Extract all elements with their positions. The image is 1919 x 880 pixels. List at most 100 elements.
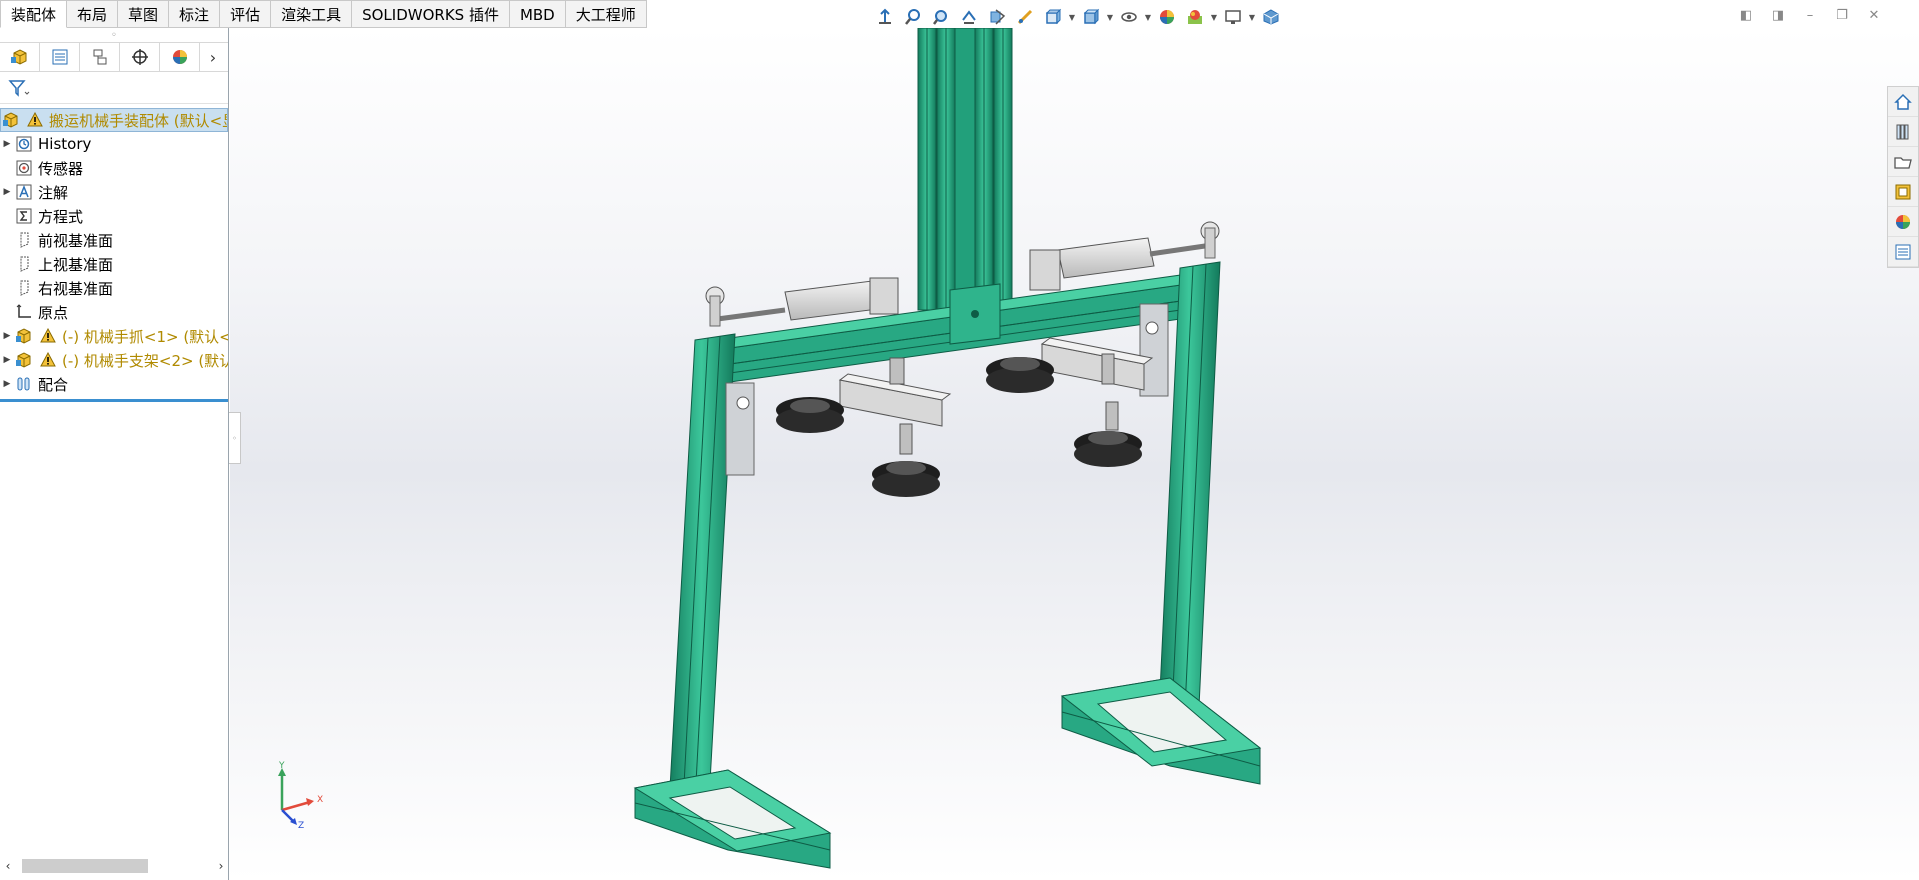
section-view-icon[interactable]	[984, 5, 1010, 29]
part-icon	[14, 326, 34, 346]
panel-left-icon[interactable]: ◧	[1737, 6, 1755, 24]
tree-rollback-bar[interactable]	[0, 399, 228, 402]
chevron-right-icon[interactable]: ›	[200, 48, 226, 67]
tree-item-sensors[interactable]: 传感器	[0, 156, 228, 180]
tab-layout[interactable]: 布局	[67, 0, 119, 28]
expand-arrow-icon[interactable]: ▶	[0, 139, 14, 149]
feature-manager-panel: ◦ › 搬运机械手装配体 (默认<显示状态-1>)	[0, 28, 229, 880]
tree-item-bracket-component[interactable]: ▶ (-) 机械手支架<2> (默认<<默认>_显示状态 1>)	[0, 348, 228, 372]
expand-arrow-icon[interactable]: ▶	[0, 355, 14, 365]
plane-icon	[14, 230, 34, 250]
scroll-left-icon[interactable]: ‹	[0, 859, 16, 873]
mates-icon	[14, 374, 34, 394]
tab-assembly[interactable]: 装配体	[0, 0, 68, 28]
manager-tabs: ›	[0, 42, 228, 72]
tree-item-history[interactable]: ▶ History	[0, 132, 228, 156]
feature-manager-tab-icon[interactable]	[0, 43, 40, 71]
apply-scene-icon[interactable]	[1182, 5, 1208, 29]
filter-icon[interactable]	[8, 78, 30, 98]
appearances-scenes-icon[interactable]	[1888, 207, 1918, 237]
part-icon	[14, 350, 34, 370]
heads-up-view-toolbar: ▼ ▼ ▼ ▼ ▼	[872, 4, 1284, 30]
view-settings-icon[interactable]	[1220, 5, 1246, 29]
tab-evaluate[interactable]: 评估	[220, 0, 272, 28]
minimize-icon[interactable]: –	[1801, 6, 1819, 24]
edit-appearance-icon[interactable]	[1154, 5, 1180, 29]
tab-render-tools[interactable]: 渲染工具	[271, 0, 353, 28]
solidworks-resources-icon[interactable]	[1888, 87, 1918, 117]
warning-icon	[25, 110, 45, 130]
tree-item-label: (-) 机械手抓<1> (默认<<默认>_显示状态 1>)	[62, 327, 228, 346]
view-orientation-icon[interactable]	[872, 5, 898, 29]
assembly-root-label: 搬运机械手装配体 (默认<显示状态-1>)	[49, 111, 227, 130]
apply-scene-dropdown-icon[interactable]: ▼	[1210, 13, 1218, 22]
tab-markup[interactable]: 标注	[169, 0, 221, 28]
command-manager-tabs: 装配体 布局 草图 标注 评估 渲染工具 SOLIDWORKS 插件 MBD 大…	[0, 0, 647, 28]
robot-gripper-model	[633, 28, 1262, 869]
display-style-dropdown-icon[interactable]: ▼	[1106, 13, 1114, 22]
triad-y-label: Y	[278, 761, 285, 771]
dynamic-annotation-icon[interactable]	[1012, 5, 1038, 29]
hide-show-dropdown-icon[interactable]: ▼	[1144, 13, 1152, 22]
design-library-icon[interactable]	[1888, 117, 1918, 147]
task-pane	[1887, 86, 1919, 268]
right-base-foot	[1060, 677, 1262, 785]
restore-icon[interactable]: ❐	[1833, 6, 1851, 24]
left-leg	[667, 333, 755, 825]
dimxpert-manager-tab-icon[interactable]	[120, 43, 160, 71]
scroll-right-icon[interactable]: ›	[213, 859, 229, 873]
tree-item-front-plane[interactable]: 前视基准面	[0, 228, 228, 252]
origin-icon	[14, 302, 34, 322]
display-manager-tab-icon[interactable]	[160, 43, 200, 71]
central-mast	[917, 28, 1013, 311]
scroll-thumb[interactable]	[22, 859, 148, 873]
assembly-root-node[interactable]: 搬运机械手装配体 (默认<显示状态-1>)	[0, 108, 228, 132]
left-base-foot	[633, 769, 832, 869]
tree-item-equations[interactable]: 方程式	[0, 204, 228, 228]
tree-filter[interactable]	[0, 72, 228, 104]
tab-sketch[interactable]: 草图	[118, 0, 170, 28]
left-gripper-bracket	[838, 357, 952, 455]
tree-item-right-plane[interactable]: 右视基准面	[0, 276, 228, 300]
tree-item-label: 原点	[38, 303, 69, 322]
expand-arrow-icon[interactable]: ▶	[0, 187, 14, 197]
triad-z-label: Z	[298, 821, 304, 830]
hide-show-icon[interactable]	[1116, 5, 1142, 29]
view-palette-icon[interactable]	[1888, 177, 1918, 207]
tree-item-origin[interactable]: 原点	[0, 300, 228, 324]
file-explorer-icon[interactable]	[1888, 147, 1918, 177]
expand-arrow-icon[interactable]: ▶	[0, 379, 14, 389]
expand-arrow-icon[interactable]: ▶	[0, 331, 14, 341]
assembly-icon	[1, 110, 21, 130]
configuration-manager-tab-icon[interactable]	[80, 43, 120, 71]
equation-icon	[14, 206, 34, 226]
close-icon[interactable]: ✕	[1865, 6, 1883, 24]
graphics-area[interactable]	[230, 28, 1919, 880]
suction-cup	[872, 461, 940, 497]
tree-item-top-plane[interactable]: 上视基准面	[0, 252, 228, 276]
previous-view-icon[interactable]	[956, 5, 982, 29]
feature-tree: 搬运机械手装配体 (默认<显示状态-1>) ▶ History 传感器 ▶ 注解	[0, 104, 228, 402]
zoom-to-fit-icon[interactable]	[900, 5, 926, 29]
property-manager-tab-icon[interactable]	[40, 43, 80, 71]
display-style-icon[interactable]	[1078, 5, 1104, 29]
annotation-icon	[14, 182, 34, 202]
view-settings-dropdown-icon[interactable]: ▼	[1248, 13, 1256, 22]
custom-properties-icon[interactable]	[1888, 237, 1918, 267]
panel-grip-icon[interactable]: ◦	[0, 28, 228, 42]
warning-icon	[38, 350, 58, 370]
zoom-area-icon[interactable]	[928, 5, 954, 29]
panel-collapse-handle[interactable]: ◦	[229, 412, 241, 464]
view-selector-dropdown-icon[interactable]: ▼	[1068, 13, 1076, 22]
tree-item-gripper-component[interactable]: ▶ (-) 机械手抓<1> (默认<<默认>_显示状态 1>)	[0, 324, 228, 348]
panel-right-icon[interactable]: ◨	[1769, 6, 1787, 24]
tab-big-engineer[interactable]: 大工程师	[565, 0, 647, 28]
tree-item-mates[interactable]: ▶ 配合	[0, 372, 228, 396]
panel-horizontal-scrollbar[interactable]: ‹ ›	[0, 856, 229, 876]
3d-view-icon[interactable]	[1258, 5, 1284, 29]
plane-icon	[14, 278, 34, 298]
tab-solidworks-addins[interactable]: SOLIDWORKS 插件	[352, 0, 510, 28]
tree-item-annotations[interactable]: ▶ 注解	[0, 180, 228, 204]
view-selector-icon[interactable]	[1040, 5, 1066, 29]
tab-mbd[interactable]: MBD	[509, 0, 566, 28]
